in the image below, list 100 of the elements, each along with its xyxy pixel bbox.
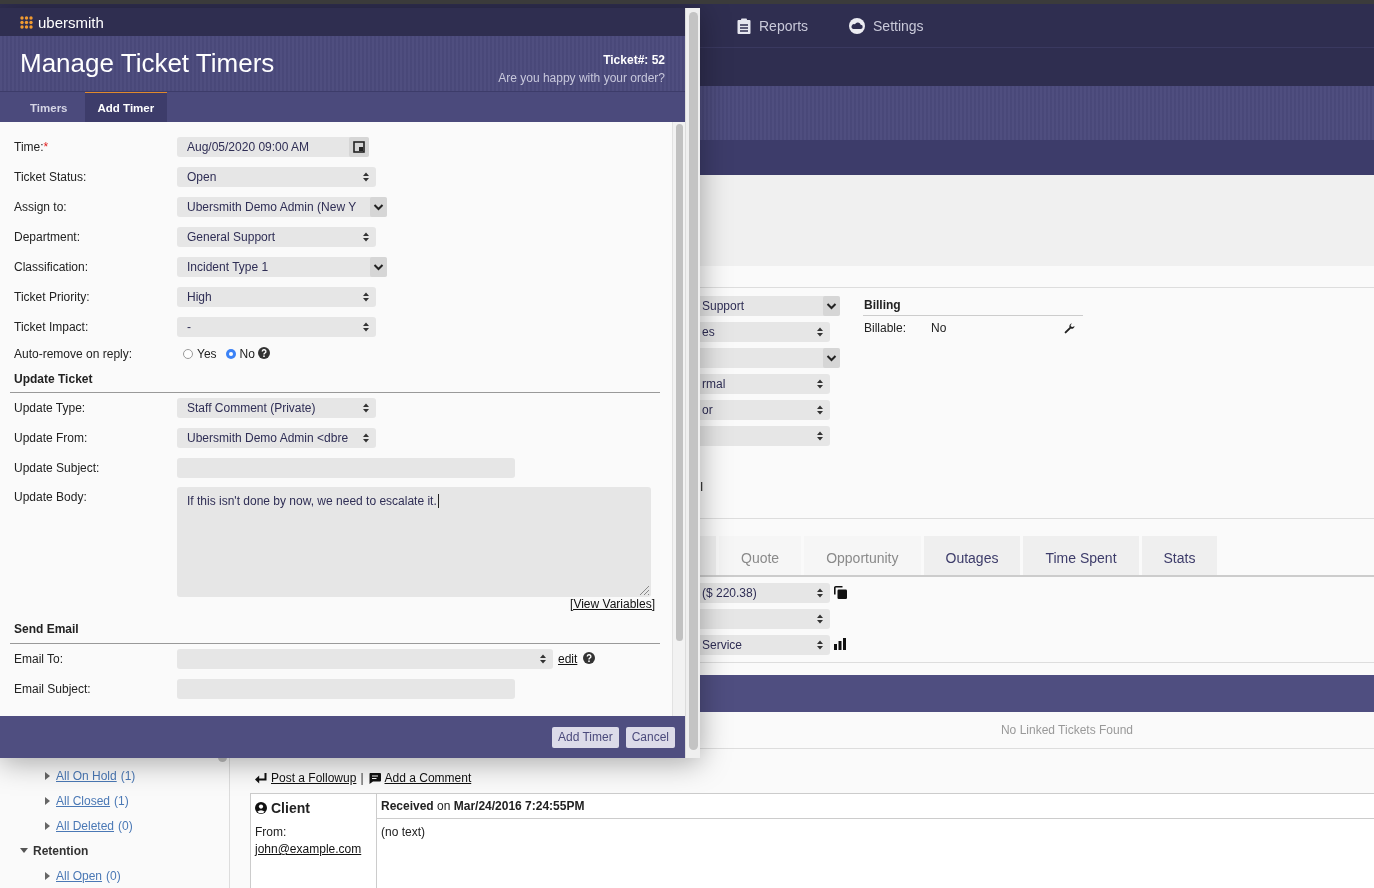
section-heading: Billing: [864, 298, 901, 312]
radio-button[interactable]: [183, 349, 193, 359]
ticket-subject: Are you happy with your order?: [498, 71, 665, 85]
field-label: Auto-remove on reply:: [14, 347, 133, 361]
field-label: Billable:: [864, 321, 908, 335]
dialog-button[interactable]: Add Timer: [551, 726, 619, 748]
calendar-icon[interactable]: [349, 137, 369, 157]
select-field[interactable]: -: [177, 317, 376, 337]
select-field[interactable]: or: [700, 400, 830, 420]
edit-link[interactable]: edit: [558, 652, 578, 666]
option-label[interactable]: Yes: [197, 347, 217, 361]
up-down-arrows-icon: [817, 379, 823, 389]
received-date: Received on Mar/24/2016 7:24:55PM: [381, 799, 585, 813]
action-link[interactable]: Add a Comment: [384, 771, 472, 785]
radio-button[interactable]: [225, 349, 236, 359]
section-heading: Update Ticket: [14, 372, 93, 386]
item-count: (1): [114, 793, 129, 808]
help-icon[interactable]: [583, 651, 596, 664]
field-label: Ticket Impact:: [14, 320, 89, 334]
up-down-arrows-icon: [817, 405, 823, 415]
select-field[interactable]: Ubersmith Demo Admin <dbre: [177, 428, 376, 448]
chevron-down-icon[interactable]: [823, 296, 840, 316]
select-field[interactable]: General Support: [177, 227, 376, 247]
sidebar-link[interactable]: All Closed: [56, 793, 111, 808]
empty-message: No Linked Tickets Found: [1000, 723, 1134, 737]
return-arrow-icon[interactable]: [255, 772, 267, 784]
caret-right-icon[interactable]: [45, 821, 50, 830]
cloud-icon: [849, 17, 866, 34]
sidebar-link[interactable]: All On Hold: [56, 768, 117, 783]
up-down-arrows-icon: [817, 588, 823, 598]
tab[interactable]: Outages: [923, 536, 1021, 575]
select-field[interactable]: [177, 649, 553, 669]
up-down-arrows-icon: [817, 327, 823, 337]
chevron-down-icon[interactable]: [823, 348, 840, 368]
copy-icon[interactable]: [834, 585, 847, 599]
brand-name: ubersmith: [38, 13, 104, 31]
separator-text: |: [360, 771, 364, 785]
field-label: Update Subject:: [14, 461, 100, 475]
select-field[interactable]: [700, 348, 840, 368]
nav-link[interactable]: Reports: [737, 17, 809, 34]
select-field[interactable]: High: [177, 287, 376, 307]
select-field[interactable]: Incident Type 1: [177, 257, 387, 277]
select-field[interactable]: Open: [177, 167, 376, 187]
date-field[interactable]: Aug/05/2020 09:00 AM: [177, 137, 369, 157]
field-label: Email To:: [14, 652, 64, 666]
wrench-icon[interactable]: [1064, 322, 1075, 334]
chevron-down-icon[interactable]: [370, 257, 387, 277]
tab[interactable]: Stats: [1141, 536, 1218, 575]
dialog-button[interactable]: Cancel: [625, 726, 675, 748]
caret-right-icon[interactable]: [45, 796, 50, 805]
select-field[interactable]: [700, 609, 830, 629]
tab[interactable]: Time Spent: [1023, 536, 1139, 575]
field-label: Email Subject:: [14, 682, 91, 696]
view-variables-link[interactable]: [View Variables]: [570, 597, 655, 612]
select-field[interactable]: ($ 220.38): [700, 583, 830, 603]
option-label[interactable]: No: [239, 347, 255, 361]
select-field[interactable]: Ubersmith Demo Admin (New Y: [177, 197, 387, 217]
scrollbar-thumb[interactable]: [689, 12, 698, 750]
caret-down-icon[interactable]: [20, 848, 28, 853]
field-label: Update From:: [14, 431, 88, 445]
author-name: Client: [271, 799, 310, 816]
speech-bubble-icon[interactable]: [368, 772, 381, 784]
up-down-arrows-icon: [363, 403, 369, 413]
resize-grip-icon[interactable]: [639, 585, 649, 595]
field-label: Ticket Status:: [14, 170, 87, 184]
item-count: (0): [106, 868, 121, 883]
bar-chart-icon[interactable]: [834, 638, 846, 650]
action-link[interactable]: Post a Followup: [271, 771, 357, 785]
scrollbar-thumb[interactable]: [676, 124, 683, 641]
tab[interactable]: Add Timer: [84, 92, 168, 122]
dot-grid-logo-icon: [20, 15, 33, 29]
select-field[interactable]: [700, 426, 830, 446]
select-field[interactable]: Support: [700, 296, 840, 316]
up-down-arrows-icon: [363, 433, 369, 443]
sidebar-link[interactable]: All Open: [56, 868, 103, 883]
help-icon[interactable]: [257, 346, 270, 359]
caret-right-icon[interactable]: [45, 871, 50, 880]
select-field[interactable]: Service: [700, 635, 830, 655]
up-down-arrows-icon: [817, 614, 823, 624]
tab[interactable]: Timers: [17, 92, 81, 122]
field-label: Ticket Priority:: [14, 290, 90, 304]
email-link[interactable]: john@example.com: [255, 841, 362, 858]
item-count: (1): [120, 768, 136, 783]
field-label: From:: [255, 824, 287, 841]
field-label: Classification:: [14, 260, 89, 274]
textarea-field[interactable]: If this isn't done by now, we need to escalate it.: [177, 487, 651, 597]
clipboard-icon: [737, 17, 751, 34]
sidebar-link[interactable]: All Deleted: [56, 818, 115, 833]
item-count: (0): [118, 818, 133, 833]
caret-right-icon[interactable]: [45, 771, 50, 780]
nav-link[interactable]: Settings: [849, 17, 924, 34]
select-field[interactable]: rmal: [700, 374, 830, 394]
message-text: (no text): [381, 825, 425, 839]
sidebar-section-label[interactable]: Retention: [33, 843, 89, 858]
up-down-arrows-icon: [363, 172, 369, 182]
up-down-arrows-icon: [540, 654, 546, 664]
up-down-arrows-icon: [817, 431, 823, 441]
select-field[interactable]: Staff Comment (Private): [177, 398, 376, 418]
select-field[interactable]: es: [700, 322, 830, 342]
chevron-down-icon[interactable]: [370, 197, 387, 217]
